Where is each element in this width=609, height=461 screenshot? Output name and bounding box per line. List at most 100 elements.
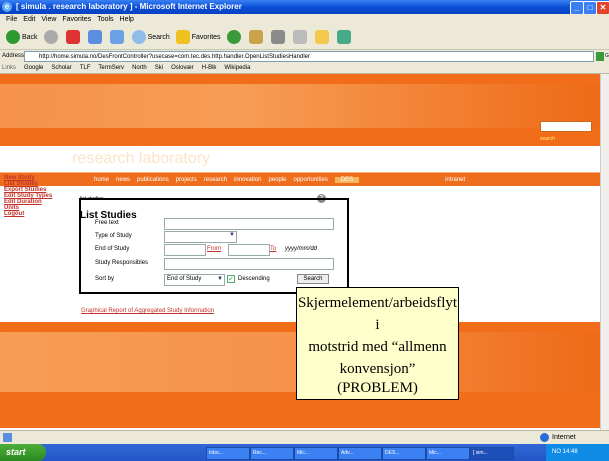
link-wikipedia[interactable]: Wikipedia xyxy=(224,65,250,71)
site-search-input[interactable] xyxy=(540,121,592,132)
back-label: Back xyxy=(22,33,38,41)
link-north[interactable]: North xyxy=(132,65,147,71)
graphical-report-link[interactable]: Graphical Report of Aggregated Study Inf… xyxy=(81,308,214,314)
menu-view[interactable]: View xyxy=(41,16,56,23)
end-to-input[interactable] xyxy=(228,244,270,256)
search-button[interactable]: Search xyxy=(131,27,170,47)
task-des[interactable]: DES... xyxy=(382,447,426,460)
ie-logo-icon: e xyxy=(2,2,12,12)
address-label: Address xyxy=(2,53,25,59)
sidebar-item-edit-duration-units[interactable]: Edit Duration Units xyxy=(4,199,58,211)
problem-callout: Skjermelement/arbeidsflyt i motstrid med… xyxy=(296,287,459,400)
menu-file[interactable]: File xyxy=(6,16,17,23)
back-button[interactable]: Back xyxy=(6,27,38,47)
print-button[interactable] xyxy=(270,27,287,47)
link-oslovaer[interactable]: Oslovær xyxy=(171,65,194,71)
mail-button[interactable] xyxy=(248,27,265,47)
sort-by-select[interactable]: End of Study ▼ xyxy=(164,274,225,286)
edit-button[interactable] xyxy=(292,27,309,47)
start-button[interactable]: start xyxy=(0,444,46,461)
link-scholar[interactable]: Scholar xyxy=(51,65,71,71)
page-icon xyxy=(3,433,12,442)
link-ski[interactable]: Ski xyxy=(155,65,163,71)
callout-line-4: (PROBLEM) xyxy=(337,380,418,396)
forward-arrow-icon xyxy=(43,30,58,44)
link-google[interactable]: Google xyxy=(24,65,43,71)
callout-line-2: motstrid med “allmenn xyxy=(308,339,447,355)
task-mic-2[interactable]: Mic... xyxy=(426,447,470,460)
site-nav: home news publications projects research… xyxy=(0,172,600,186)
go-label[interactable]: Go xyxy=(605,53,609,59)
date-format-hint: yyyy/mm/dd xyxy=(285,246,318,252)
task-rec[interactable]: Rec... xyxy=(250,447,294,460)
zone-label: Internet xyxy=(552,434,576,441)
stop-button[interactable] xyxy=(65,27,82,47)
folder-button[interactable] xyxy=(314,27,331,47)
nav-innovation[interactable]: innovation xyxy=(234,177,261,183)
edit-icon xyxy=(292,30,307,44)
nav-publications[interactable]: publications xyxy=(137,177,169,183)
link-hblk[interactable]: H-Blk xyxy=(202,65,217,71)
search-label: Search xyxy=(147,33,170,41)
task-simula[interactable]: [ sim... xyxy=(470,447,514,460)
nav-home[interactable]: home xyxy=(94,177,109,183)
refresh-button[interactable] xyxy=(87,27,104,47)
nav-people[interactable]: people xyxy=(268,177,286,183)
link-tlf[interactable]: TLF xyxy=(80,65,91,71)
nav-intranet[interactable]: intranet xyxy=(445,177,465,183)
site-logo[interactable]: simula research laboratory xyxy=(18,150,210,168)
address-input[interactable]: http://home.simula.no/DesFrontController… xyxy=(24,51,594,62)
home-button[interactable] xyxy=(109,27,126,47)
favorites-label: Favorites xyxy=(191,33,221,41)
logo-simula: simula xyxy=(18,150,65,167)
chevron-down-icon: ▼ xyxy=(229,232,235,238)
nav-des[interactable]: DES xyxy=(334,176,360,183)
type-of-study-label: Type of Study xyxy=(95,233,132,239)
menu-edit[interactable]: Edit xyxy=(23,16,35,23)
type-of-study-select[interactable]: ▼ xyxy=(164,231,237,243)
end-from-input[interactable] xyxy=(164,244,206,256)
back-arrow-icon xyxy=(6,30,20,44)
descending-checkbox[interactable]: ✓ xyxy=(227,275,235,283)
forward-button[interactable] xyxy=(43,27,60,47)
toolbar: Back Search Favorites xyxy=(0,25,609,50)
maximize-button[interactable]: □ xyxy=(583,1,597,15)
messenger-button[interactable] xyxy=(336,27,353,47)
sort-by-label: Sort by xyxy=(95,276,115,282)
history-button[interactable] xyxy=(226,27,243,47)
menu-help[interactable]: Help xyxy=(120,16,134,23)
to-link[interactable]: To xyxy=(270,246,276,252)
task-inbox[interactable]: Inbo... xyxy=(206,447,250,460)
descending-label: Descending xyxy=(238,276,270,282)
links-label: Links xyxy=(2,65,17,71)
menu-tools[interactable]: Tools xyxy=(97,16,113,23)
search-submit-button[interactable]: Search xyxy=(297,274,329,284)
study-responsibles-input[interactable] xyxy=(164,258,334,270)
nav-news[interactable]: news xyxy=(116,177,130,183)
window-title: [ simula . research laboratory ] - Micro… xyxy=(16,2,242,11)
free-text-input[interactable] xyxy=(164,218,334,230)
nav-projects[interactable]: projects xyxy=(176,177,197,183)
nav-research[interactable]: research xyxy=(204,177,227,183)
end-of-study-label: End of Study xyxy=(95,246,130,252)
close-button[interactable]: ✕ xyxy=(596,1,609,15)
history-icon xyxy=(226,30,241,44)
task-adv[interactable]: Adv... xyxy=(338,447,382,460)
sidebar-item-logout[interactable]: Logout xyxy=(4,211,58,217)
minimize-button[interactable]: _ xyxy=(570,1,584,15)
vertical-scrollbar[interactable] xyxy=(600,74,609,430)
menu-favorites[interactable]: Favorites xyxy=(62,16,91,23)
favorites-button[interactable]: Favorites xyxy=(175,27,221,47)
sort-by-value: End of Study xyxy=(167,276,202,282)
from-link[interactable]: From xyxy=(207,246,221,252)
advanced-search-link[interactable]: advanced search xyxy=(540,152,578,158)
menu-bar: File Edit View Favorites Tools Help xyxy=(0,14,609,25)
callout-line-3: konvensjon” xyxy=(339,361,416,377)
nav-opportunities[interactable]: opportunities xyxy=(293,177,327,183)
link-termserv[interactable]: TermServ xyxy=(98,65,124,71)
address-bar: Address http://home.simula.no/DesFrontCo… xyxy=(0,50,609,63)
logo-research-lab: research laboratory xyxy=(72,150,211,167)
task-mic-1[interactable]: Mic... xyxy=(294,447,338,460)
go-icon[interactable] xyxy=(596,52,604,61)
site-search-label[interactable]: search xyxy=(540,136,555,142)
